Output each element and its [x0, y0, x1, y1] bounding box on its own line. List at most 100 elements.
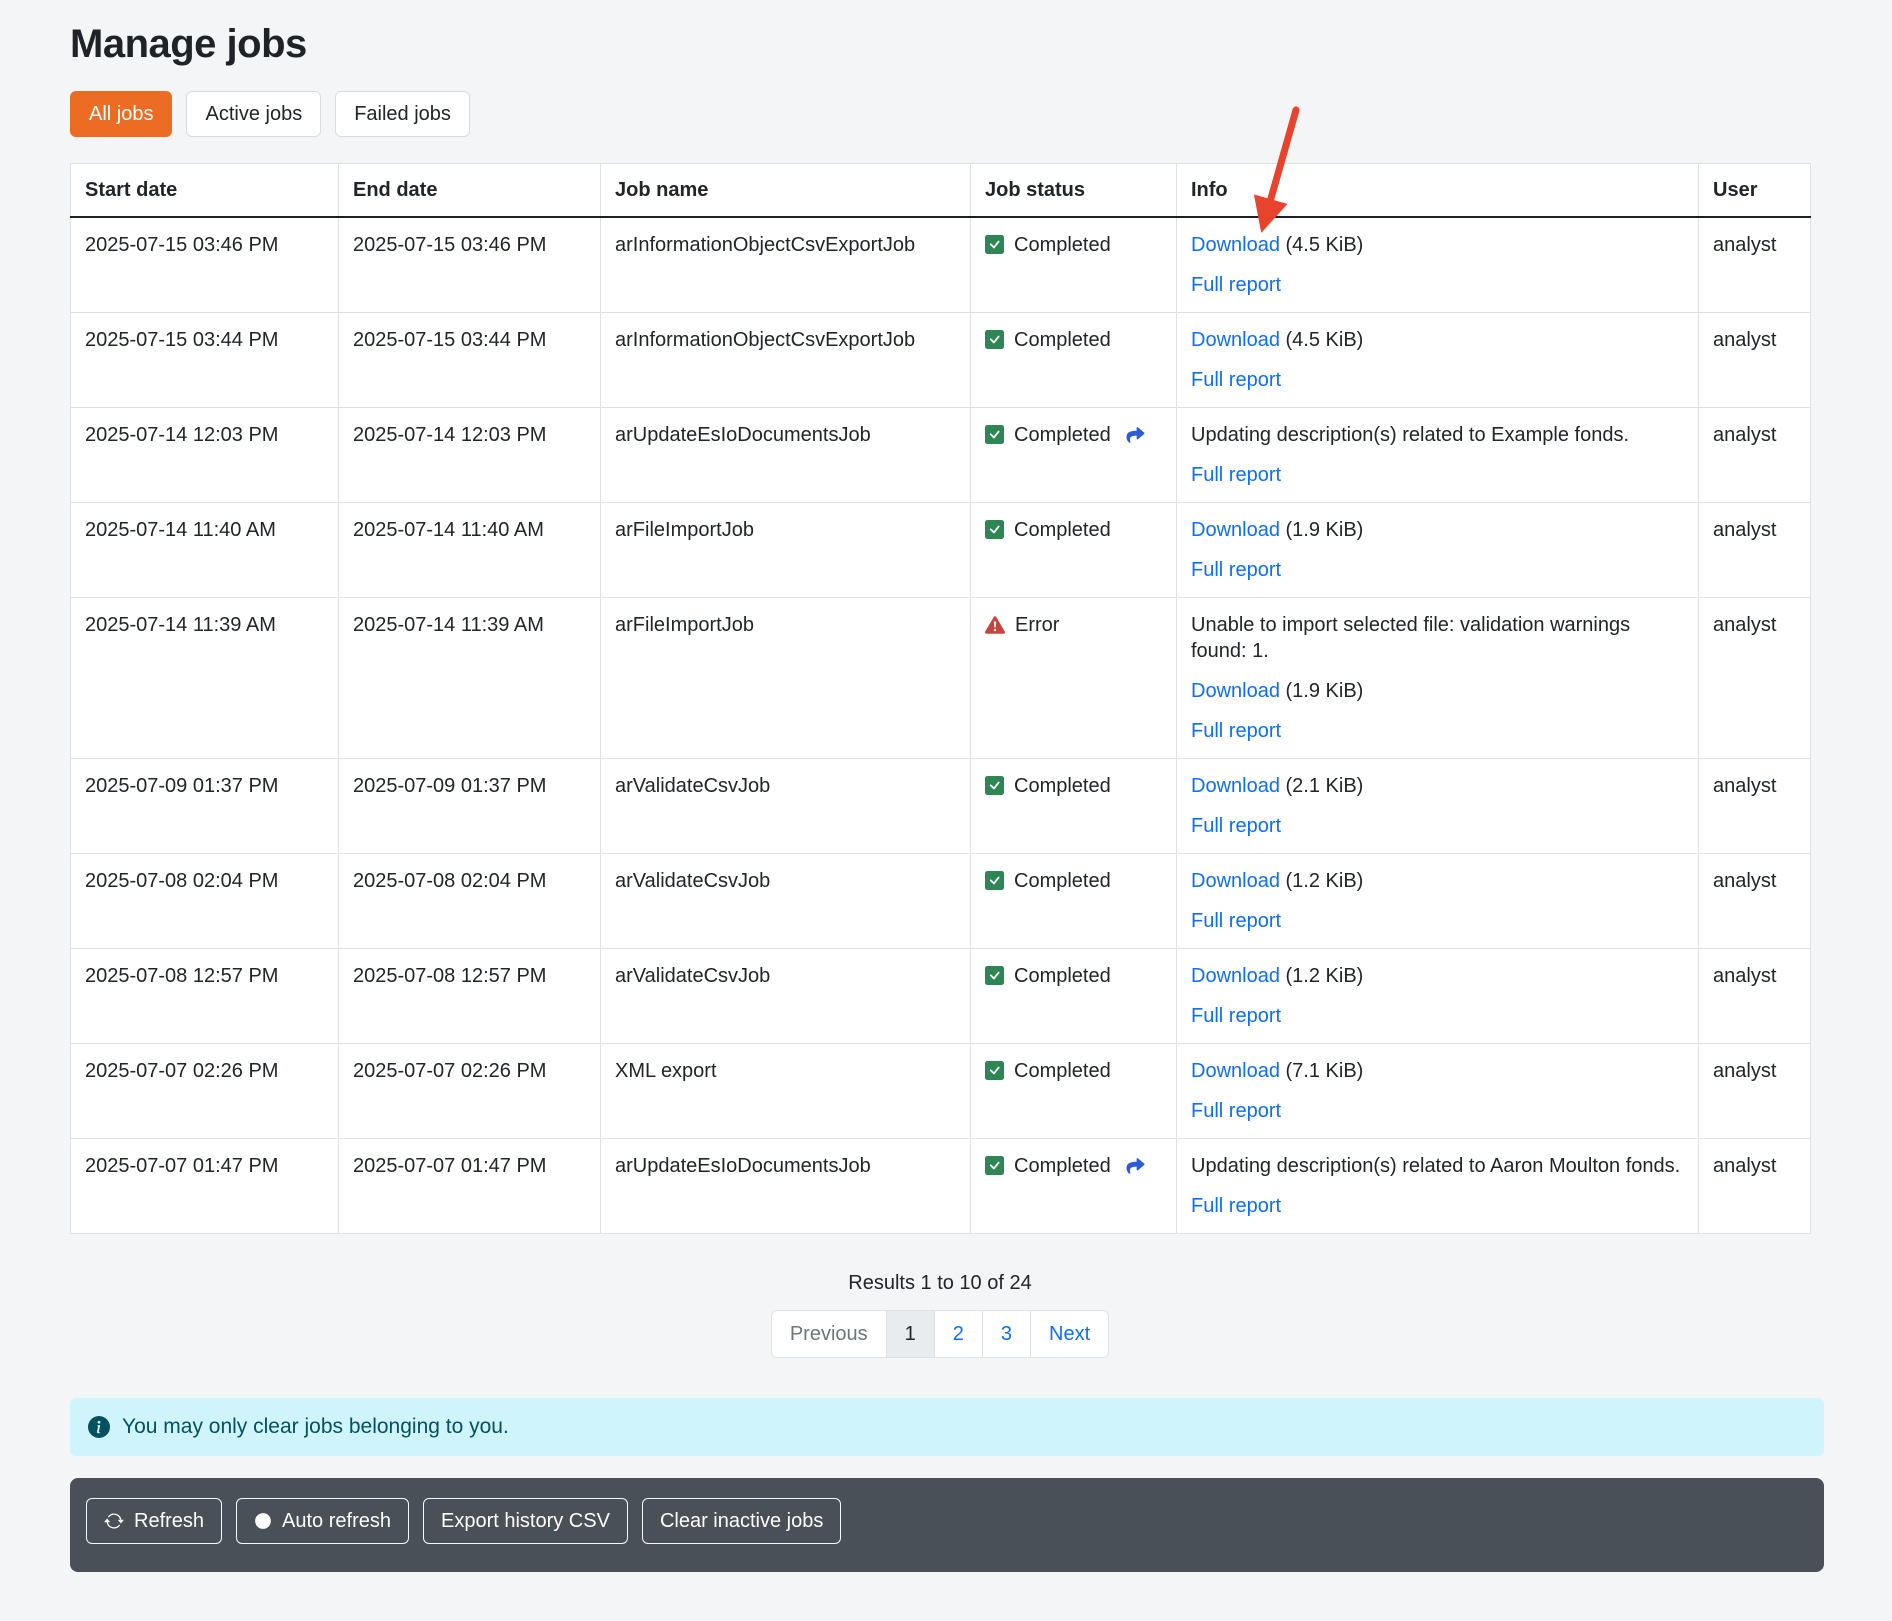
- filter-failed-jobs-button[interactable]: Failed jobs: [335, 91, 470, 137]
- cell-start-date: 2025-07-14 11:40 AM: [71, 503, 339, 598]
- download-line: Download (7.1 KiB): [1191, 1058, 1684, 1084]
- cell-start-date: 2025-07-14 12:03 PM: [71, 408, 339, 503]
- cell-job-status: Completed: [971, 217, 1177, 313]
- full-report-line: Full report: [1191, 557, 1684, 583]
- download-link[interactable]: Download: [1191, 680, 1280, 702]
- file-size: (1.9 KiB): [1280, 519, 1363, 541]
- check-square-icon: [985, 235, 1004, 254]
- column-header-job-name: Job name: [601, 164, 971, 218]
- download-link[interactable]: Download: [1191, 1060, 1280, 1082]
- job-note: Updating description(s) related to Examp…: [1191, 422, 1684, 448]
- job-row: 2025-07-15 03:44 PM2025-07-15 03:44 PMar…: [71, 313, 1811, 408]
- cell-job-status: Completed: [971, 759, 1177, 854]
- cell-user: analyst: [1699, 949, 1811, 1044]
- cell-info: Download (1.2 KiB) Full report: [1177, 949, 1699, 1044]
- refresh-button[interactable]: Refresh: [86, 1498, 222, 1544]
- cell-start-date: 2025-07-07 02:26 PM: [71, 1044, 339, 1139]
- cell-user: analyst: [1699, 1139, 1811, 1234]
- full-report-line: Full report: [1191, 718, 1684, 744]
- filter-all-jobs-button[interactable]: All jobs: [70, 91, 172, 137]
- cell-user: analyst: [1699, 598, 1811, 759]
- clear-inactive-jobs-button[interactable]: Clear inactive jobs: [642, 1498, 841, 1544]
- job-row: 2025-07-08 12:57 PM2025-07-08 12:57 PMar…: [71, 949, 1811, 1044]
- file-size: (7.1 KiB): [1280, 1060, 1363, 1082]
- download-link[interactable]: Download: [1191, 234, 1280, 256]
- refresh-button-label: Refresh: [134, 1508, 204, 1534]
- pagination-page-2[interactable]: 2: [934, 1310, 983, 1358]
- check-square-icon: [985, 1061, 1004, 1080]
- check-square-icon: [985, 776, 1004, 795]
- info-circle-icon: [88, 1416, 110, 1438]
- full-report-link[interactable]: Full report: [1191, 815, 1281, 837]
- job-status-label: Completed: [1014, 422, 1111, 448]
- cell-job-name: arUpdateEsIoDocumentsJob: [601, 1139, 971, 1234]
- full-report-line: Full report: [1191, 1098, 1684, 1124]
- cell-start-date: 2025-07-15 03:46 PM: [71, 217, 339, 313]
- cell-job-name: arFileImportJob: [601, 598, 971, 759]
- job-status-label: Error: [1015, 612, 1059, 638]
- job-row: 2025-07-07 02:26 PM2025-07-07 02:26 PMXM…: [71, 1044, 1811, 1139]
- cell-job-name: XML export: [601, 1044, 971, 1139]
- download-line: Download (1.9 KiB): [1191, 678, 1684, 704]
- file-size: (1.2 KiB): [1280, 965, 1363, 987]
- download-line: Download (4.5 KiB): [1191, 232, 1684, 258]
- check-square-icon: [985, 1156, 1004, 1175]
- page-title: Manage jobs: [70, 22, 1822, 67]
- job-row: 2025-07-09 01:37 PM2025-07-09 01:37 PMar…: [71, 759, 1811, 854]
- file-size: (4.5 KiB): [1280, 234, 1363, 256]
- download-link[interactable]: Download: [1191, 329, 1280, 351]
- full-report-link[interactable]: Full report: [1191, 1195, 1281, 1217]
- full-report-link[interactable]: Full report: [1191, 559, 1281, 581]
- auto-refresh-button-label: Auto refresh: [282, 1508, 391, 1534]
- clear-inactive-jobs-label: Clear inactive jobs: [660, 1508, 823, 1534]
- cell-start-date: 2025-07-08 12:57 PM: [71, 949, 339, 1044]
- pagination-page-1[interactable]: 1: [886, 1310, 935, 1358]
- job-status-label: Completed: [1014, 232, 1111, 258]
- full-report-link[interactable]: Full report: [1191, 720, 1281, 742]
- refresh-icon: [104, 1511, 124, 1531]
- cell-start-date: 2025-07-14 11:39 AM: [71, 598, 339, 759]
- full-report-link[interactable]: Full report: [1191, 1005, 1281, 1027]
- cell-end-date: 2025-07-14 11:40 AM: [339, 503, 601, 598]
- share-arrow-icon: [1125, 1157, 1146, 1175]
- column-header-job-status: Job status: [971, 164, 1177, 218]
- job-row: 2025-07-14 12:03 PM2025-07-14 12:03 PMar…: [71, 408, 1811, 503]
- cell-info: Download (4.5 KiB)Full report: [1177, 313, 1699, 408]
- job-status-label: Completed: [1014, 773, 1111, 799]
- download-link[interactable]: Download: [1191, 870, 1280, 892]
- pagination-next[interactable]: Next: [1030, 1310, 1109, 1358]
- job-status-label: Completed: [1014, 1058, 1111, 1084]
- full-report-link[interactable]: Full report: [1191, 1100, 1281, 1122]
- cell-user: analyst: [1699, 408, 1811, 503]
- cell-user: analyst: [1699, 854, 1811, 949]
- job-status-label: Completed: [1014, 327, 1111, 353]
- cell-job-name: arInformationObjectCsvExportJob: [601, 313, 971, 408]
- check-square-icon: [985, 520, 1004, 539]
- filter-active-jobs-button[interactable]: Active jobs: [186, 91, 321, 137]
- column-header-user: User: [1699, 164, 1811, 218]
- pagination-page-3[interactable]: 3: [982, 1310, 1031, 1358]
- full-report-line: Full report: [1191, 1003, 1684, 1029]
- full-report-link[interactable]: Full report: [1191, 369, 1281, 391]
- cell-end-date: 2025-07-07 01:47 PM: [339, 1139, 601, 1234]
- full-report-link[interactable]: Full report: [1191, 464, 1281, 486]
- export-history-csv-button[interactable]: Export history CSV: [423, 1498, 628, 1544]
- cell-info: Download (1.2 KiB)Full report: [1177, 854, 1699, 949]
- info-alert: You may only clear jobs belonging to you…: [70, 1398, 1824, 1456]
- pagination: Previous 1 2 3 Next: [771, 1310, 1109, 1358]
- record-circle-icon: [254, 1512, 272, 1530]
- cell-info: Download (2.1 KiB)Full report: [1177, 759, 1699, 854]
- job-status-label: Completed: [1014, 517, 1111, 543]
- cell-job-name: arInformationObjectCsvExportJob: [601, 217, 971, 313]
- pagination-previous[interactable]: Previous: [771, 1310, 887, 1358]
- cell-job-status: Completed: [971, 1139, 1177, 1234]
- full-report-link[interactable]: Full report: [1191, 274, 1281, 296]
- full-report-link[interactable]: Full report: [1191, 910, 1281, 932]
- job-row: 2025-07-14 11:39 AM2025-07-14 11:39 AMar…: [71, 598, 1811, 759]
- download-link[interactable]: Download: [1191, 519, 1280, 541]
- auto-refresh-button[interactable]: Auto refresh: [236, 1498, 409, 1544]
- cell-end-date: 2025-07-14 12:03 PM: [339, 408, 601, 503]
- cell-user: analyst: [1699, 503, 1811, 598]
- download-link[interactable]: Download: [1191, 965, 1280, 987]
- download-link[interactable]: Download: [1191, 775, 1280, 797]
